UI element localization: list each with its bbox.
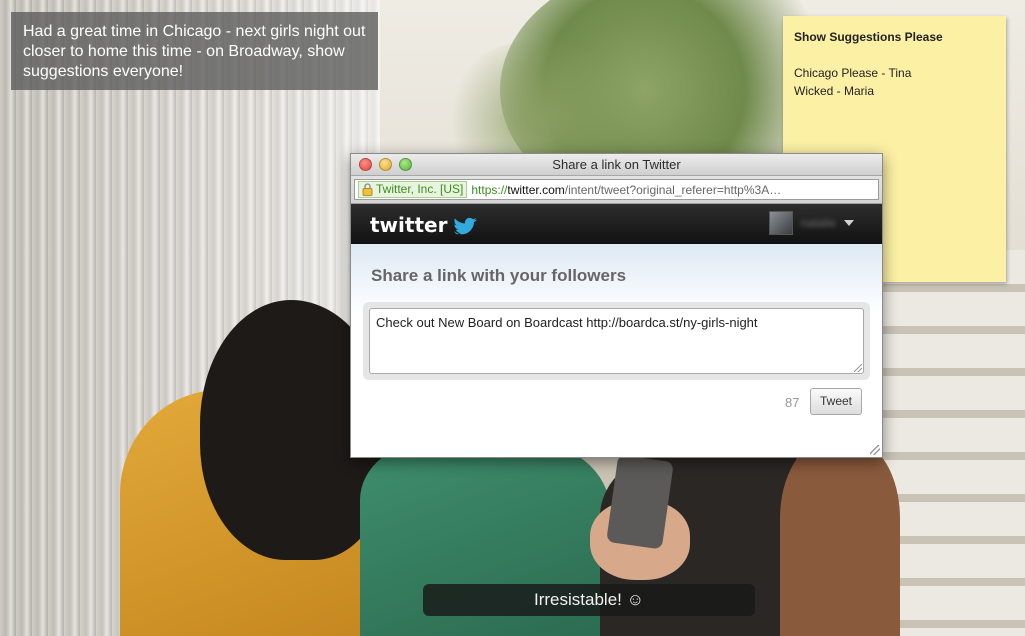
minimize-icon[interactable]: [379, 158, 392, 171]
user-menu[interactable]: natalie: [768, 211, 854, 235]
username: natalie: [800, 216, 836, 230]
close-icon[interactable]: [359, 158, 372, 171]
tweet-box-container: Check out New Board on Boardcast http://…: [363, 302, 870, 380]
tweet-button[interactable]: Tweet: [810, 388, 862, 415]
window-controls: [359, 158, 412, 171]
sticky-note-line: Wicked - Maria: [794, 84, 875, 98]
photo-caption: Had a great time in Chicago - next girls…: [11, 12, 378, 90]
window-resize-handle[interactable]: [870, 445, 880, 455]
share-popup-window[interactable]: Share a link on Twitter Twitter, Inc. [U…: [350, 153, 883, 458]
twitter-logo-text: twitter: [370, 213, 448, 237]
caption-text: Had a great time in Chicago - next girls…: [23, 23, 366, 80]
url-field[interactable]: Twitter, Inc. [US] https:// twitter.com …: [354, 179, 879, 200]
bottom-caption-text: Irresistable! ☺: [534, 590, 644, 609]
twitter-header: twitter natalie: [351, 204, 882, 244]
tweet-text-value: Check out New Board on Boardcast http://…: [376, 315, 758, 330]
sticky-note-line: Chicago Please - Tina: [794, 66, 912, 80]
address-bar: Twitter, Inc. [US] https:// twitter.com …: [351, 176, 882, 204]
window-title: Share a link on Twitter: [552, 157, 681, 172]
person-arm: [780, 440, 900, 636]
share-heading: Share a link with your followers: [371, 266, 627, 285]
building: [880, 250, 1025, 636]
site-identity-badge[interactable]: Twitter, Inc. [US]: [358, 181, 468, 198]
zoom-icon[interactable]: [399, 158, 412, 171]
lock-icon: [362, 183, 373, 196]
bottom-caption: Irresistable! ☺: [423, 584, 755, 616]
window-titlebar[interactable]: Share a link on Twitter: [351, 154, 882, 176]
avatar[interactable]: [768, 211, 793, 235]
twitter-logo[interactable]: twitter: [370, 212, 482, 238]
tweet-compose-panel: Share a link with your followers Check o…: [351, 244, 882, 457]
url-scheme: https://: [471, 182, 508, 197]
chevron-down-icon[interactable]: [844, 220, 854, 226]
tweet-textarea[interactable]: Check out New Board on Boardcast http://…: [369, 308, 864, 374]
character-counter: 87: [785, 395, 800, 410]
twitter-bird-icon: [454, 217, 477, 235]
site-identity-label: Twitter, Inc. [US]: [376, 182, 464, 196]
url-path: /intent/tweet?original_referer=http%3A…: [564, 182, 782, 197]
url-host: twitter.com: [507, 182, 565, 197]
textarea-resize-handle[interactable]: [854, 364, 862, 372]
sticky-note-title: Show Suggestions Please: [794, 30, 943, 44]
